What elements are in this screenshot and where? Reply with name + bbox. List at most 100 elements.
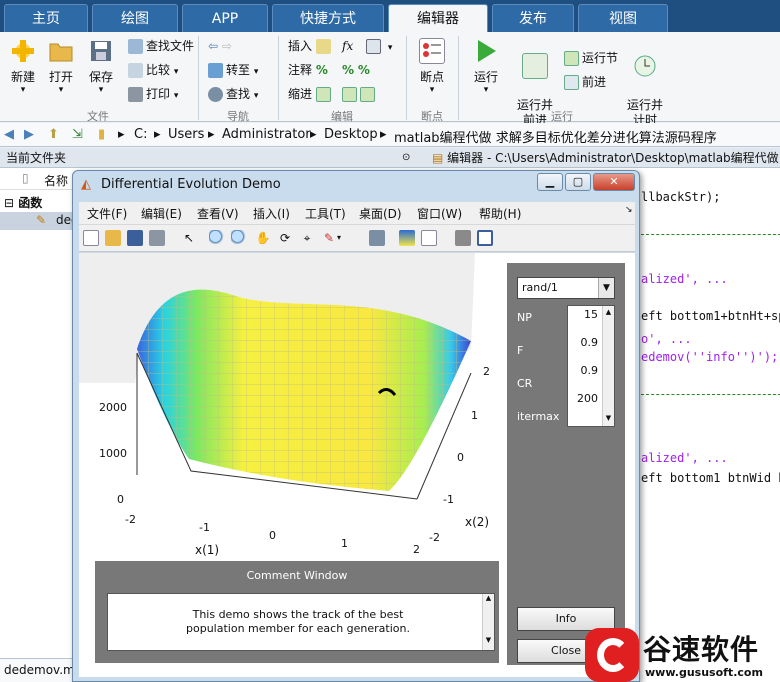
crumb-drive[interactable]: C: — [134, 127, 147, 142]
crumb-admin[interactable]: Administrator — [222, 127, 311, 142]
goto-button[interactable]: 转至 ▾ — [208, 60, 258, 80]
panel-menu-icon[interactable]: ⊙ — [402, 148, 410, 168]
open-icon[interactable] — [105, 230, 121, 246]
new-button[interactable]: 新建 ▾ — [6, 38, 40, 95]
x-tick: 2 — [413, 543, 420, 556]
figure-window[interactable]: ◭ Differential Evolution Demo ▁ ▢ ✕ 文件(F… — [72, 170, 640, 682]
chevron-down-icon[interactable]: ▼ — [598, 278, 614, 298]
menu-insert[interactable]: 插入(I) — [253, 205, 290, 222]
brush-dropdown-icon[interactable]: ▾ — [337, 230, 353, 246]
comment-button[interactable]: 注释 % — [288, 60, 328, 80]
zoom-out-icon[interactable] — [231, 230, 247, 246]
tab-home[interactable]: 主页 — [4, 4, 88, 32]
tab-apps[interactable]: APP — [182, 4, 268, 32]
menu-view[interactable]: 查看(V) — [197, 205, 239, 222]
figure-canvas[interactable]: 2000 1000 0 -2 -1 0 1 2 x(1) 2 1 0 -1 -2… — [79, 253, 635, 677]
comment-scrollbar[interactable]: ▲ ▼ — [482, 594, 494, 650]
brand-url: www.gususoft.com — [645, 666, 763, 679]
indent-button[interactable]: 缩进 — [288, 84, 334, 104]
group-functions[interactable]: ⊟ 函数 — [4, 194, 42, 211]
insert-button[interactable]: 插入 — [288, 36, 334, 56]
tab-editor[interactable]: 编辑器 — [388, 4, 488, 32]
divider — [278, 36, 279, 120]
np-value[interactable]: 15 — [568, 308, 598, 321]
y-tick: 0 — [457, 451, 464, 464]
breakpoints-button[interactable]: 断点 ▾ — [414, 38, 450, 95]
browse-icon[interactable]: ⇲ — [72, 127, 83, 142]
y-tick: 2 — [483, 365, 490, 378]
print-button[interactable]: 打印 ▾ — [128, 84, 178, 104]
file-item[interactable]: ✎ dedemov.m — [0, 212, 127, 230]
editor-icon: ▤ — [432, 151, 444, 165]
new-figure-icon[interactable] — [83, 230, 99, 246]
section-divider — [641, 234, 780, 235]
itermax-value[interactable]: 200 — [568, 392, 598, 405]
x-tick: 0 — [269, 529, 276, 542]
run-section-button[interactable]: 运行节 — [564, 48, 618, 68]
surface-plot[interactable] — [79, 253, 499, 553]
rotate-icon[interactable]: ⟳ — [277, 230, 293, 246]
print-icon[interactable] — [149, 230, 165, 246]
pointer-icon[interactable]: ↖ — [181, 230, 197, 246]
menu-tools[interactable]: 工具(T) — [305, 205, 346, 222]
minimize-button[interactable]: ▁ — [537, 173, 563, 191]
pan-icon[interactable]: ✋ — [255, 230, 271, 246]
up-folder-icon[interactable]: ⬆ — [48, 127, 59, 142]
menu-help[interactable]: 帮助(H) — [479, 205, 521, 222]
menu-edit[interactable]: 编辑(E) — [141, 205, 182, 222]
close-window-button[interactable]: ✕ — [593, 173, 635, 191]
menu-file[interactable]: 文件(F) — [87, 205, 127, 222]
tab-plots[interactable]: 绘图 — [92, 4, 178, 32]
save-icon[interactable] — [127, 230, 143, 246]
name-column[interactable]: 名称 — [44, 172, 68, 189]
crumb-desktop[interactable]: Desktop — [324, 127, 378, 142]
uncomment-icon[interactable]: % % — [342, 60, 370, 80]
compare-button[interactable]: 比较 ▾ — [128, 60, 178, 80]
section-nav: 导航 — [227, 110, 249, 123]
find-button[interactable]: 查找 ▾ — [208, 84, 258, 104]
tab-shortcuts[interactable]: 快捷方式 — [272, 4, 384, 32]
section-file: 文件 — [87, 110, 109, 123]
y-tick: -1 — [443, 493, 454, 506]
save-button[interactable]: 保存 ▾ — [84, 38, 118, 95]
forward-icon[interactable]: ▶ — [24, 127, 34, 142]
zoom-in-icon[interactable] — [209, 230, 225, 246]
file-icon: ▯ — [22, 171, 29, 185]
advance-button[interactable]: 前进 — [564, 72, 606, 92]
maximize-button[interactable]: ▢ — [565, 173, 591, 191]
brush-icon[interactable]: ✎ — [321, 230, 337, 246]
menu-window[interactable]: 窗口(W) — [417, 205, 462, 222]
tab-view[interactable]: 视图 — [578, 4, 668, 32]
fx-button[interactable]: fx — [342, 36, 353, 56]
colorbar-icon[interactable] — [399, 230, 415, 246]
show-tools-icon[interactable] — [477, 230, 493, 246]
find-files-button[interactable]: 查找文件 — [128, 36, 194, 56]
insert-function-icon[interactable]: ▾ — [366, 36, 392, 56]
crumb-users[interactable]: Users — [168, 127, 204, 142]
legend-icon[interactable] — [421, 230, 437, 246]
link-plot-icon[interactable] — [369, 230, 385, 246]
divider — [458, 36, 459, 120]
run-button[interactable]: 运行 ▾ — [468, 38, 504, 95]
brand-name: 谷速软件 — [643, 633, 760, 666]
back-icon[interactable]: ◀ — [4, 127, 14, 142]
menu-desktop[interactable]: 桌面(D) — [359, 205, 402, 222]
strategy-select[interactable]: rand/1 ▼ — [517, 277, 615, 299]
open-button[interactable]: 打开 ▾ — [44, 38, 78, 95]
nav-arrows[interactable]: ⇦ ⇨ — [208, 36, 232, 56]
cr-value[interactable]: 0.9 — [568, 364, 599, 377]
dock-icon[interactable]: ↘ — [625, 205, 633, 215]
figure-title-bar[interactable]: ◭ Differential Evolution Demo ▁ ▢ ✕ — [73, 171, 639, 199]
percent-icon: % — [315, 63, 328, 77]
indent-more-icons[interactable] — [342, 84, 378, 104]
crumb-project[interactable]: matlab编程代做 求解多目标优化差分进化算法源码程序 — [394, 127, 717, 146]
comment-box[interactable]: This demo shows the track of the best po… — [107, 593, 495, 651]
goto-icon — [208, 63, 223, 78]
hide-tools-icon[interactable] — [455, 230, 471, 246]
scrollbar[interactable]: ▲ ▼ — [602, 306, 614, 426]
comment-text: This demo shows the track of the best po… — [186, 608, 410, 635]
data-cursor-icon[interactable]: ⌖ — [299, 230, 315, 246]
tab-publish[interactable]: 发布 — [492, 4, 574, 32]
f-value[interactable]: 0.9 — [568, 336, 599, 349]
parameter-list[interactable]: 15 0.9 0.9 200 ▲ ▼ — [567, 305, 615, 427]
